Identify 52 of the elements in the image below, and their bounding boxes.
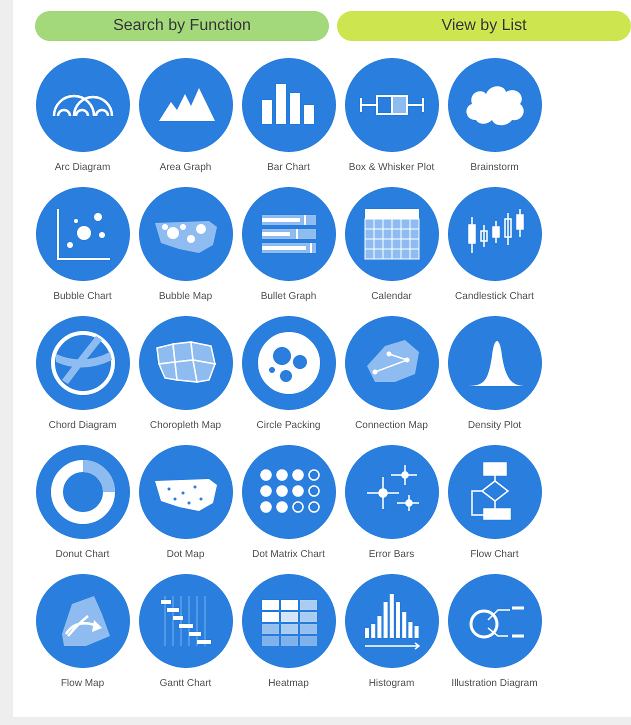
- nav-button[interactable]: Search by Function: [35, 11, 329, 41]
- scatter-icon: [36, 187, 130, 281]
- nav-button[interactable]: View by List: [337, 11, 631, 41]
- donut-icon: [36, 445, 130, 539]
- arrows-map-icon: [36, 574, 130, 668]
- chart-type-link[interactable]: Donut Chart: [31, 445, 134, 562]
- chart-type-link[interactable]: Illustration Diagram: [443, 574, 546, 691]
- box-plot-icon: [344, 58, 438, 152]
- labelled-circle-icon: [448, 574, 542, 668]
- chart-type-link[interactable]: Bubble Map: [134, 187, 237, 304]
- chart-type-link[interactable]: Bullet Graph: [237, 187, 340, 304]
- chart-type-link[interactable]: Choropleth Map: [134, 316, 237, 433]
- chart-type-link[interactable]: Dot Matrix Chart: [237, 445, 340, 562]
- chart-type-link[interactable]: Gantt Chart: [134, 574, 237, 691]
- chart-type-link[interactable]: Histogram: [340, 574, 443, 691]
- dot-grid-icon: [242, 445, 336, 539]
- regions-map-icon: [138, 316, 232, 410]
- chart-type-link[interactable]: Dot Map: [134, 445, 237, 562]
- mountains-icon: [138, 58, 232, 152]
- chart-type-link[interactable]: Brainstorm: [443, 58, 546, 175]
- heat-grid-icon: [242, 574, 336, 668]
- chart-type-link[interactable]: Circle Packing: [237, 316, 340, 433]
- density-curve-icon: [448, 316, 542, 410]
- chart-type-link[interactable]: Area Graph: [134, 58, 237, 175]
- packed-circles-icon: [242, 316, 336, 410]
- chart-type-link[interactable]: Density Plot: [443, 316, 546, 433]
- chart-type-link[interactable]: Chord Diagram: [31, 316, 134, 433]
- calendar-icon: [344, 187, 438, 281]
- chart-type-link[interactable]: Calendar: [340, 187, 443, 304]
- chart-type-link[interactable]: Candlestick Chart: [443, 187, 546, 304]
- chart-type-link[interactable]: Heatmap: [237, 574, 340, 691]
- candlestick-icon: [448, 187, 542, 281]
- gantt-icon: [138, 574, 232, 668]
- bars-icon: [242, 58, 336, 152]
- chart-type-link[interactable]: Error Bars: [340, 445, 443, 562]
- crosshairs-icon: [344, 445, 438, 539]
- chart-type-link[interactable]: Bubble Chart: [31, 187, 134, 304]
- flowchart-icon: [448, 445, 542, 539]
- bullet-bars-icon: [242, 187, 336, 281]
- dotted-map-icon: [138, 445, 232, 539]
- chart-type-link[interactable]: Flow Chart: [443, 445, 546, 562]
- chart-type-link[interactable]: Connection Map: [340, 316, 443, 433]
- arcs-icon: [36, 58, 130, 152]
- chart-type-link[interactable]: Box & Whisker Plot: [340, 58, 443, 175]
- chord-circle-icon: [36, 316, 130, 410]
- route-map-icon: [344, 316, 438, 410]
- chart-type-link[interactable]: Bar Chart: [237, 58, 340, 175]
- cloud-icon: [448, 58, 542, 152]
- map-bubbles-icon: [138, 187, 232, 281]
- chart-type-link[interactable]: Arc Diagram: [31, 58, 134, 175]
- histogram-icon: [344, 574, 438, 668]
- chart-type-link[interactable]: Flow Map: [31, 574, 134, 691]
